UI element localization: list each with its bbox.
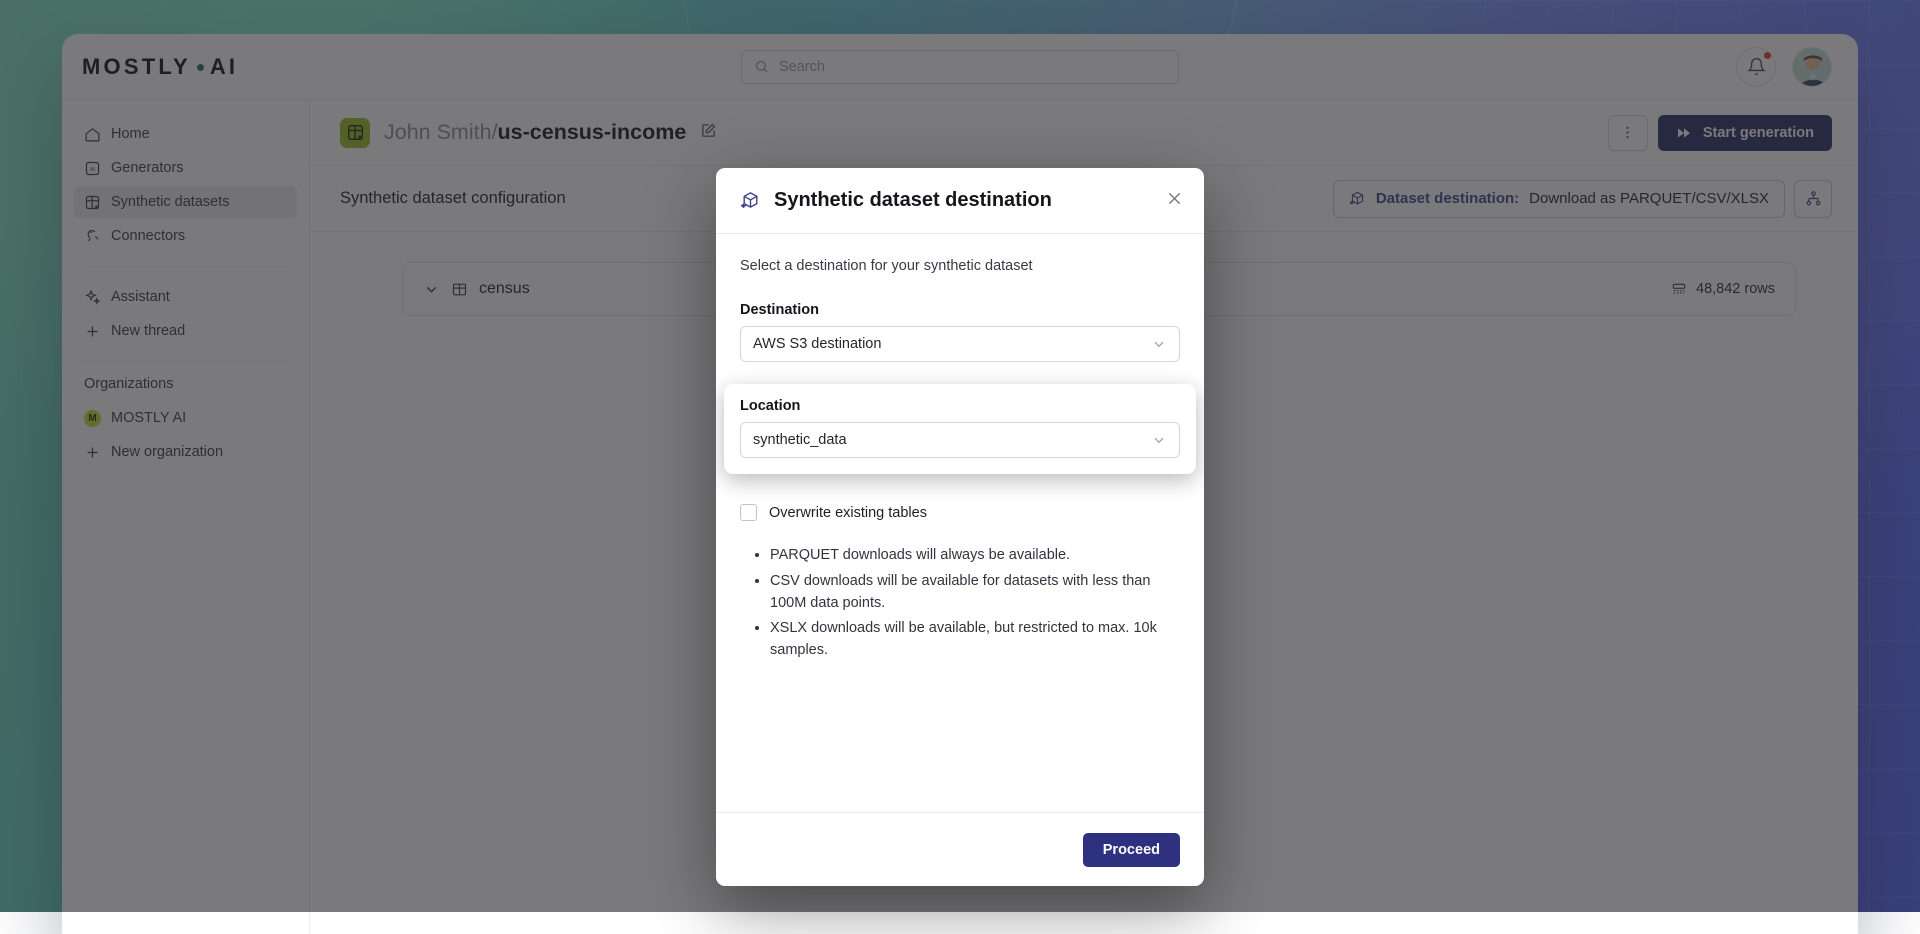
chevron-down-icon [1151, 336, 1167, 352]
location-label: Location [740, 398, 1180, 414]
location-value: synthetic_data [753, 432, 847, 448]
cube-arrow-icon [740, 190, 761, 211]
location-field-highlight: Location synthetic_data [724, 384, 1196, 474]
download-notes-list: PARQUET downloads will always be availab… [754, 545, 1180, 662]
destination-field: Destination AWS S3 destination [740, 302, 1180, 362]
synthetic-dataset-destination-dialog: Synthetic dataset destination Select a d… [716, 168, 1204, 886]
location-select[interactable]: synthetic_data [740, 422, 1180, 458]
close-icon [1165, 189, 1184, 208]
overwrite-label: Overwrite existing tables [769, 505, 927, 521]
destination-value: AWS S3 destination [753, 336, 881, 352]
chevron-down-icon [1151, 432, 1167, 448]
overwrite-checkbox[interactable] [740, 504, 757, 521]
dialog-header: Synthetic dataset destination [716, 168, 1204, 234]
destination-label: Destination [740, 302, 1180, 318]
list-item: PARQUET downloads will always be availab… [770, 545, 1180, 567]
dialog-footer: Proceed [716, 812, 1204, 886]
proceed-button[interactable]: Proceed [1083, 833, 1180, 867]
dialog-description: Select a destination for your synthetic … [740, 258, 1180, 274]
close-button[interactable] [1165, 189, 1184, 213]
dialog-body: Select a destination for your synthetic … [716, 234, 1204, 812]
destination-select[interactable]: AWS S3 destination [740, 326, 1180, 362]
overwrite-existing-tables-row[interactable]: Overwrite existing tables [740, 504, 1180, 521]
dialog-title: Synthetic dataset destination [774, 189, 1052, 212]
list-item: XSLX downloads will be available, but re… [770, 618, 1180, 662]
list-item: CSV downloads will be available for data… [770, 571, 1180, 615]
